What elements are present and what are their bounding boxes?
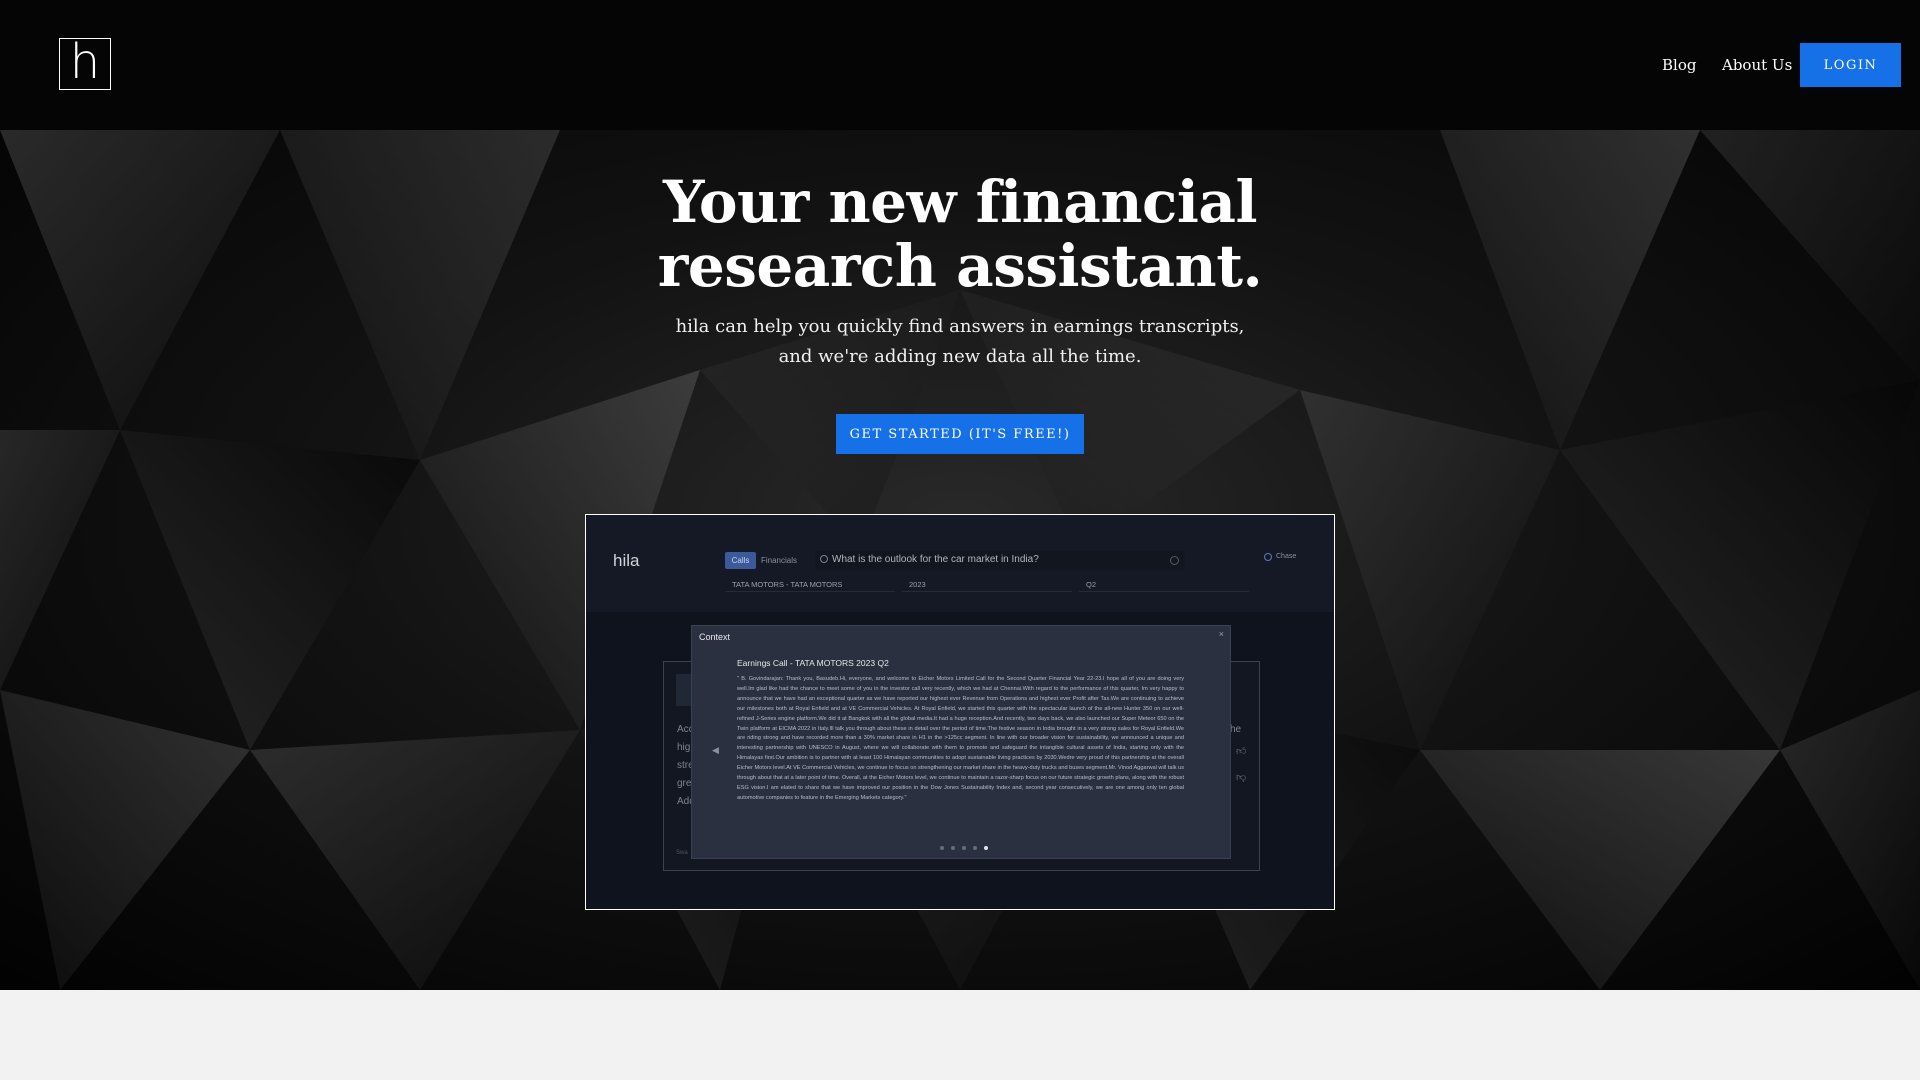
modal-transcript-body: " B. Govindarajan: Thank you, Basudeb.Hi… [737,676,1184,801]
modal-heading: Earnings Call - TATA MOTORS 2023 Q2 [737,658,889,668]
preview-search-query: What is the outlook for the car market i… [832,554,1039,565]
preview-context-modal: Context × ◀ Earnings Call - TATA MOTORS … [691,625,1231,859]
subtitle-line-1: hila can help you quickly find answers i… [675,316,1245,337]
site-header: h Blog About Us LOGIN [0,0,1920,130]
subtitle-line-2: and we're adding new data all the time. [778,346,1142,367]
chevron-left-icon: ◀ [712,745,719,755]
pagination-dot [973,846,977,850]
preview-topbar: hila Calls Financials What is the outloo… [586,515,1334,612]
pagination-dot [940,846,944,850]
app-preview-screenshot: hila Calls Financials What is the outloo… [585,514,1335,910]
preview-user-label: Chase [1276,553,1297,560]
pagination-dot-active [984,846,988,850]
clear-icon [1170,556,1179,565]
logo-h-icon[interactable]: h [59,38,111,90]
pagination-dot [962,846,966,850]
preview-search-bar: What is the outlook for the car market i… [815,551,1185,570]
thumbs-up-icon: 👍︎ [1236,746,1247,757]
login-button[interactable]: LOGIN [1800,43,1901,87]
hero-subtitle: hila can help you quickly find answers i… [0,312,1920,372]
nav-blog-link[interactable]: Blog [1662,56,1696,74]
hero-section: Your new financial research assistant. h… [0,130,1920,990]
modal-title: Context [699,632,731,642]
next-section-strip [0,990,1920,1080]
preview-tab-calls: Calls [725,552,756,569]
pagination-dot [951,846,955,850]
preview-filter-quarter: Q2 [1079,578,1249,592]
nav-about-link[interactable]: About Us [1722,56,1792,74]
preview-answer-text-right: he [1230,724,1242,735]
search-icon [820,555,828,563]
get-started-button[interactable]: GET STARTED (IT'S FREE!) [836,414,1084,454]
close-icon: × [1218,629,1224,639]
preview-filter-company: TATA MOTORS - TATA MOTORS [725,578,895,592]
headline-line-2: research assistant. [657,232,1263,300]
modal-pagination [940,846,988,850]
thumbs-down-icon: 👎︎ [1236,772,1247,783]
preview-footer-text: Swa [676,850,688,856]
user-icon [1264,553,1272,561]
preview-tab-financials: Financials [760,556,797,565]
preview-filter-year: 2023 [902,578,1072,592]
hero-headline: Your new financial research assistant. [0,170,1920,298]
preview-app-name: hila [613,551,640,570]
headline-line-1: Your new financial [662,168,1258,236]
